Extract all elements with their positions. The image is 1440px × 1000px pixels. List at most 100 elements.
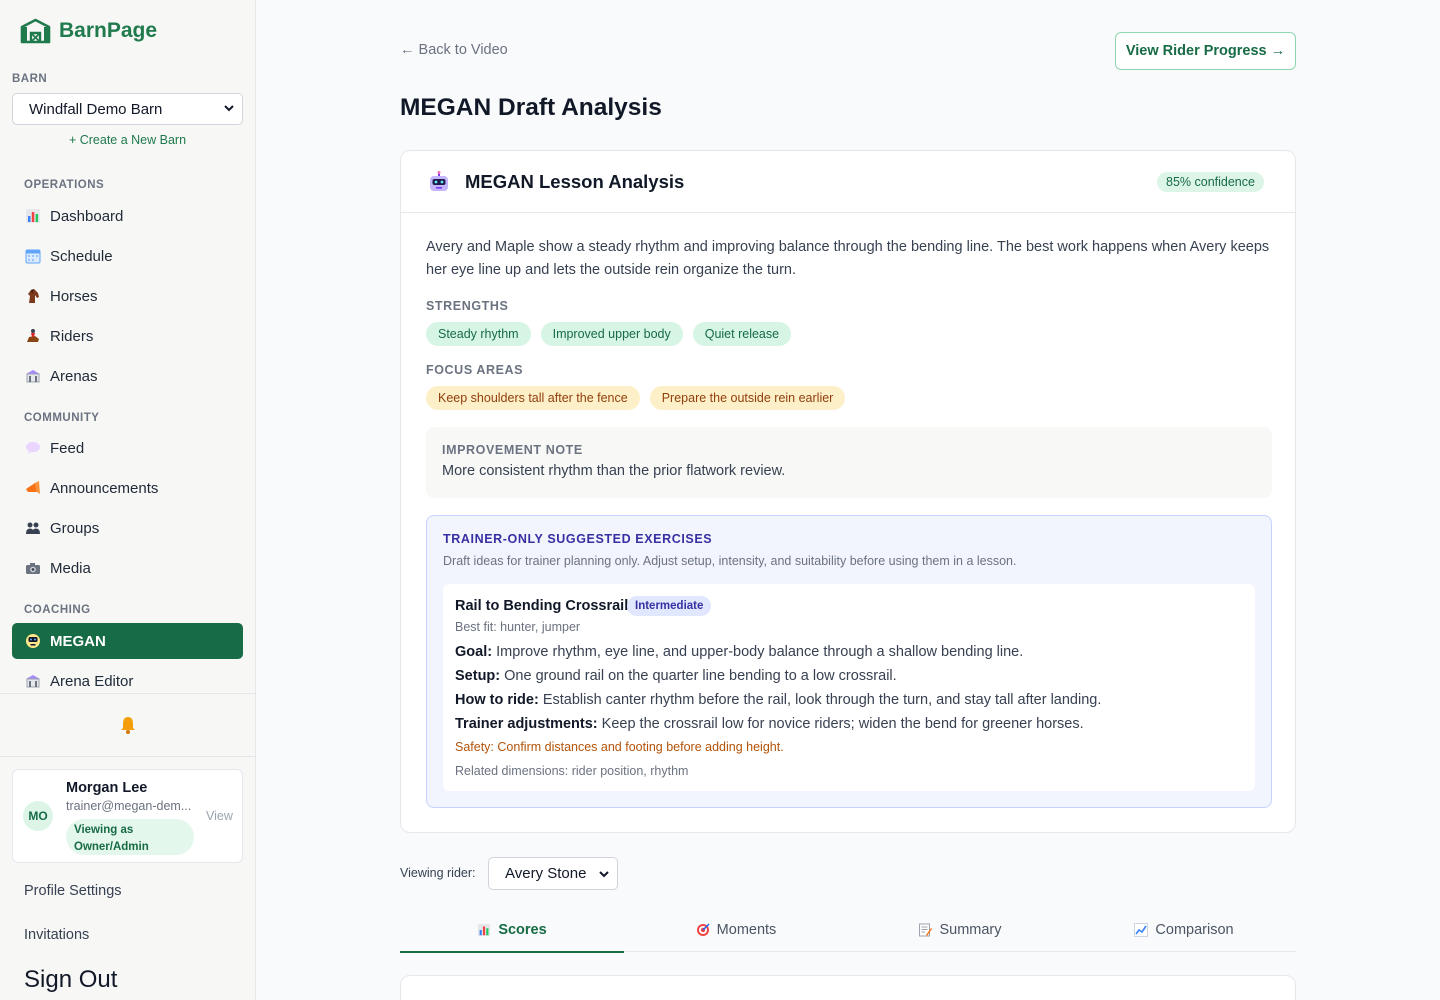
exercises-label: TRAINER-ONLY SUGGESTED EXERCISES xyxy=(443,532,713,546)
sign-out-button[interactable]: Sign Out xyxy=(24,966,117,994)
tab-scores[interactable]: Scores xyxy=(400,908,624,953)
improvement-note-label: IMPROVEMENT NOTE xyxy=(442,443,583,457)
sidebar-item-dashboard[interactable]: Dashboard xyxy=(12,198,243,234)
exercise-safety: Safety: Confirm distances and footing be… xyxy=(455,740,784,754)
tab-label: Comparison xyxy=(1155,922,1234,938)
exercise-name: Rail to Bending Crossrail xyxy=(455,598,629,614)
chevron-down-icon xyxy=(599,871,609,878)
ride-text: Establish canter rhythm before the rail,… xyxy=(542,692,1102,708)
trend-chart-icon xyxy=(1134,923,1149,937)
improvement-note: IMPROVEMENT NOTE More consistent rhythm … xyxy=(426,427,1272,498)
sidebar-item-label: Media xyxy=(50,559,91,577)
tab-comparison[interactable]: Comparison xyxy=(1072,908,1296,952)
sidebar-item-label: Riders xyxy=(50,327,94,345)
sidebar-item-label: Announcements xyxy=(50,479,159,497)
exercise-adjustments: Trainer adjustments: Keep the crossrail … xyxy=(455,716,1084,732)
sidebar-item-riders[interactable]: Riders xyxy=(12,318,243,354)
sidebar-item-media[interactable]: Media xyxy=(12,550,243,586)
view-rider-progress-button[interactable]: View Rider Progress → xyxy=(1115,32,1296,70)
tab-summary[interactable]: Summary xyxy=(848,908,1072,952)
tab-label: Moments xyxy=(716,922,777,938)
exercise-card: Rail to Bending Crossrail Intermediate B… xyxy=(443,584,1255,791)
exercises-description: Draft ideas for trainer planning only. A… xyxy=(443,554,1017,568)
exercise-best-fit: Best fit: hunter, jumper xyxy=(455,620,581,634)
operations-label: OPERATIONS xyxy=(24,179,105,191)
analysis-summary: Avery and Maple show a steady rhythm and… xyxy=(426,239,1270,278)
profile-settings-link[interactable]: Profile Settings xyxy=(24,883,122,899)
brand-name: BarnPage xyxy=(59,19,158,42)
exercise-setup: Setup: One ground rail on the quarter li… xyxy=(455,668,897,684)
sidebar-item-label: Schedule xyxy=(50,247,113,265)
chevron-down-icon xyxy=(224,105,234,112)
sidebar-item-label: Dashboard xyxy=(50,207,124,225)
arena-icon xyxy=(24,367,42,385)
speech-bubble-icon xyxy=(24,439,42,457)
suggested-exercises: TRAINER-ONLY SUGGESTED EXERCISES Draft i… xyxy=(426,515,1272,808)
exercise-how-to-ride: How to ride: Establish canter rhythm bef… xyxy=(455,692,1101,708)
focus-chip: Prepare the outside rein earlier xyxy=(649,386,846,410)
user-email: trainer@megan-dem... xyxy=(66,799,192,813)
target-icon xyxy=(696,923,710,937)
tab-content-card xyxy=(400,975,1296,1000)
adjust-label: Trainer adjustments: xyxy=(455,716,598,732)
focus-chip: Keep shoulders tall after the fence xyxy=(426,386,640,410)
setup-text: One ground rail on the quarter line bend… xyxy=(504,668,897,684)
goal-text: Improve rhythm, eye line, and upper-body… xyxy=(496,644,1024,660)
back-to-video-link[interactable]: ← Back to Video xyxy=(400,42,508,58)
tab-moments[interactable]: Moments xyxy=(624,908,848,952)
sidebar: BarnPage BARN Windfall Demo Barn + Creat… xyxy=(0,0,256,1000)
bell-icon[interactable] xyxy=(118,715,138,735)
create-barn-link[interactable]: + Create a New Barn xyxy=(0,133,255,147)
user-name: Morgan Lee xyxy=(66,780,148,796)
avatar: MO xyxy=(23,801,53,831)
strengths-label: STRENGTHS xyxy=(426,299,509,313)
sidebar-item-label: Arena Editor xyxy=(50,672,134,690)
role-badge: Viewing as Owner/Admin xyxy=(66,819,194,855)
focus-areas-label: FOCUS AREAS xyxy=(426,363,524,377)
user-card[interactable]: MO Morgan Lee trainer@megan-dem... Viewi… xyxy=(12,769,243,863)
sidebar-item-label: Arenas xyxy=(50,367,98,385)
brand[interactable]: BarnPage xyxy=(20,18,157,44)
bar-chart-icon xyxy=(477,923,491,937)
viewing-rider-label: Viewing rider: xyxy=(400,866,476,880)
sidebar-item-megan[interactable]: MEGAN xyxy=(12,623,243,659)
analysis-card-header: MEGAN Lesson Analysis 85% confidence xyxy=(401,151,1295,213)
rider-select-value: Avery Stone xyxy=(505,865,587,882)
sidebar-divider xyxy=(0,693,255,694)
analysis-title: MEGAN Lesson Analysis xyxy=(465,171,685,192)
analysis-tabs: Scores Moments Summary Comparison xyxy=(400,908,1296,953)
calendar-icon xyxy=(24,247,42,265)
sidebar-item-schedule[interactable]: Schedule xyxy=(12,238,243,274)
robot-icon xyxy=(24,632,42,650)
page-title: MEGAN Draft Analysis xyxy=(400,94,662,121)
sidebar-item-groups[interactable]: Groups xyxy=(12,510,243,546)
sidebar-item-arenas[interactable]: Arenas xyxy=(12,358,243,394)
bar-chart-icon xyxy=(24,207,42,225)
sidebar-item-label: Horses xyxy=(50,287,98,305)
strength-chip: Quiet release xyxy=(692,322,792,346)
goal-label: Goal: xyxy=(455,644,493,660)
user-view-link[interactable]: View xyxy=(206,809,233,823)
analysis-card: MEGAN Lesson Analysis 85% confidence Ave… xyxy=(400,150,1296,833)
improvement-note-text: More consistent rhythm than the prior fl… xyxy=(442,463,786,479)
sidebar-item-feed[interactable]: Feed xyxy=(12,430,243,466)
setup-label: Setup: xyxy=(455,668,501,684)
exercise-goal: Goal: Improve rhythm, eye line, and uppe… xyxy=(455,644,1023,660)
sidebar-item-label: Groups xyxy=(50,519,100,537)
community-label: COMMUNITY xyxy=(24,412,100,424)
focus-chips: Keep shoulders tall after the fence Prep… xyxy=(426,386,846,410)
camera-icon xyxy=(24,559,42,577)
level-badge: Intermediate xyxy=(627,596,712,616)
megaphone-icon xyxy=(24,479,42,497)
rider-icon xyxy=(24,327,42,345)
sidebar-item-announcements[interactable]: Announcements xyxy=(12,470,243,506)
rider-select[interactable]: Avery Stone xyxy=(488,857,618,890)
barn-select[interactable]: Windfall Demo Barn xyxy=(12,93,243,125)
sidebar-item-label: MEGAN xyxy=(50,632,106,650)
strength-chip: Steady rhythm xyxy=(426,322,531,346)
adjust-text: Keep the crossrail low for novice riders… xyxy=(601,716,1084,732)
exercise-related: Related dimensions: rider position, rhyt… xyxy=(455,764,689,778)
tab-label: Scores xyxy=(498,922,547,938)
invitations-link[interactable]: Invitations xyxy=(24,927,89,943)
sidebar-item-horses[interactable]: Horses xyxy=(12,278,243,314)
